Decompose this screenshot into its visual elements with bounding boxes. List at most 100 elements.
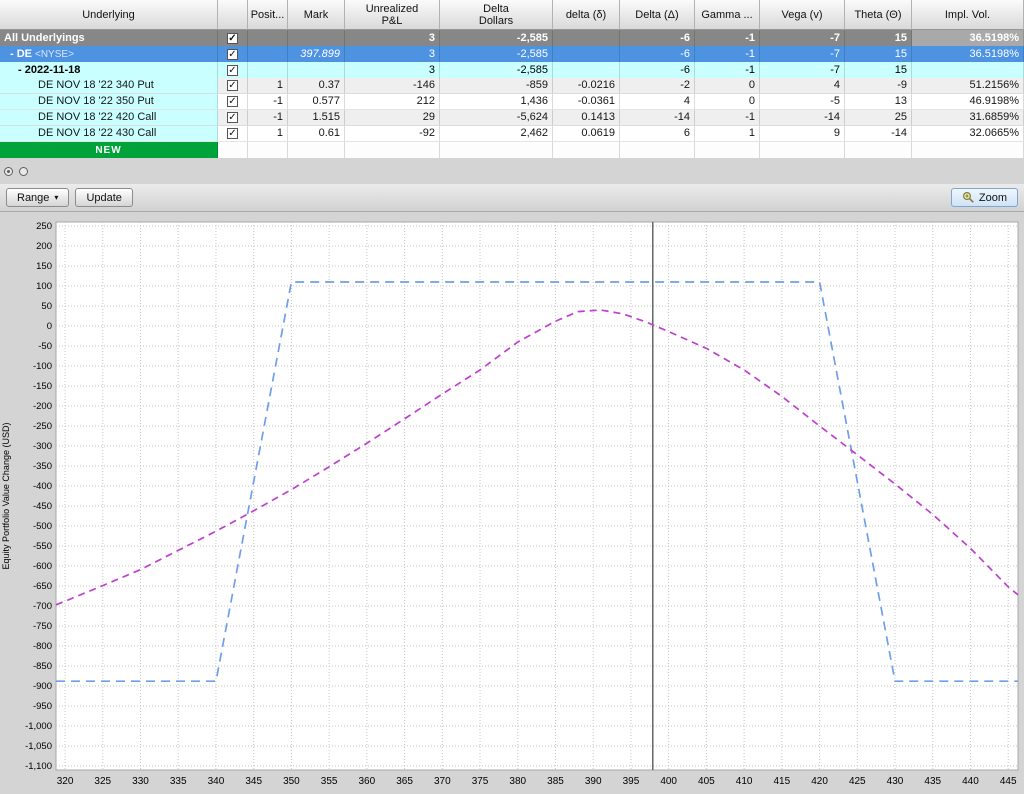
underlying-cell[interactable]: All Underlyings — [0, 30, 218, 46]
y-tick-label: -500 — [33, 521, 52, 532]
row-checkbox[interactable]: ✓ — [227, 96, 238, 107]
underlying-cell[interactable]: DE NOV 18 '22 350 Put — [0, 94, 218, 109]
table-row[interactable]: All Underlyings ✓ 3 -2,585 -6 -1 -7 15 36.5198% — [0, 30, 1024, 46]
y-tick-label: -800 — [33, 641, 52, 652]
column-header-vega[interactable]: Vega (v) — [760, 0, 845, 30]
column-header-delta-upper[interactable]: Delta (Δ) — [620, 0, 695, 30]
cell-delta-dollars: 2,462 — [440, 126, 553, 141]
cell-vega — [760, 142, 845, 158]
cell-theta: 15 — [845, 30, 912, 46]
cell-gamma — [695, 142, 760, 158]
x-tick-label: 365 — [396, 776, 413, 787]
range-button[interactable]: Range ▾ — [6, 188, 70, 207]
cell-vega: 4 — [760, 78, 845, 93]
x-axis-labels: 320 325 330 335 340 345 350 355 360 365 370 375 380 3… — [57, 776, 1017, 787]
table-row[interactable]: DE NOV 18 '22 420 Call ✓ -1 1.515 29 -5,624 0.… — [0, 110, 1024, 126]
y-tick-label: -750 — [33, 621, 52, 632]
row-checkbox[interactable]: ✓ — [227, 112, 238, 123]
cell-position: -1 — [248, 110, 288, 125]
cell-vega: 9 — [760, 126, 845, 141]
panel-link-icon-1[interactable] — [3, 166, 14, 177]
y-tick-label: -250 — [33, 421, 52, 432]
underlying-cell[interactable]: NEW — [0, 142, 218, 158]
cell-delta-lower: 0.0619 — [553, 126, 620, 141]
row-checkbox[interactable]: ✓ — [227, 128, 238, 139]
underlying-cell[interactable]: - 2022-11-18 — [0, 62, 218, 78]
column-header-unrealized-pnl[interactable]: Unrealized P&L — [345, 0, 440, 30]
cell-position — [248, 30, 288, 46]
column-header-check[interactable] — [218, 0, 248, 30]
column-header-delta-dollars[interactable]: Delta Dollars — [440, 0, 553, 30]
cell-mark: 1.515 — [288, 110, 345, 125]
update-button[interactable]: Update — [75, 188, 133, 207]
cell-vega: -5 — [760, 94, 845, 109]
x-tick-label: 360 — [359, 776, 376, 787]
table-row[interactable]: DE NOV 18 '22 340 Put ✓ 1 0.37 -146 -859 -0.02… — [0, 78, 1024, 94]
cell-delta-dollars: -2,585 — [440, 30, 553, 46]
underlying-cell[interactable]: DE NOV 18 '22 340 Put — [0, 78, 218, 93]
row-checkbox[interactable]: ✓ — [227, 32, 238, 44]
table-row[interactable]: - DE <NYSE> ✓ 397.899 3 -2,585 -6 -1 -7 15 36.5198… — [0, 46, 1024, 62]
x-tick-label: 420 — [811, 776, 828, 787]
column-header-position[interactable]: Posit... — [248, 0, 288, 30]
cell-vega: -7 — [760, 30, 845, 46]
x-tick-label: 345 — [245, 776, 262, 787]
cell-delta-lower — [553, 142, 620, 158]
x-tick-label: 405 — [698, 776, 715, 787]
cell-delta-dollars: -859 — [440, 78, 553, 93]
cell-impl-vol: 36.5198% — [912, 46, 1024, 62]
cell-delta-lower: -0.0216 — [553, 78, 620, 93]
y-tick-label: -1,050 — [25, 741, 52, 752]
underlying-label: DE NOV 18 '22 430 Call — [38, 127, 157, 139]
zoom-button[interactable]: Zoom — [950, 188, 1018, 207]
table-row[interactable]: NEW — [0, 142, 1024, 158]
y-tick-label: -50 — [38, 341, 52, 352]
underlying-cell[interactable]: - DE <NYSE> — [0, 46, 218, 62]
positions-panel: Underlying Posit... Mark Unrealized P&L Delt… — [0, 0, 1024, 158]
panel-icon-strip — [0, 158, 1024, 184]
x-tick-label: 390 — [585, 776, 602, 787]
positions-table-header: Underlying Posit... Mark Unrealized P&L Delt… — [0, 0, 1024, 30]
underlying-cell[interactable]: DE NOV 18 '22 420 Call — [0, 110, 218, 125]
column-header-gamma[interactable]: Gamma ... — [695, 0, 760, 30]
cell-delta-dollars: 1,436 — [440, 94, 553, 109]
cell-theta: -9 — [845, 78, 912, 93]
y-tick-label: -100 — [33, 361, 52, 372]
cell-theta: 15 — [845, 46, 912, 62]
y-tick-label: 150 — [36, 261, 52, 272]
cell-gamma: -1 — [695, 30, 760, 46]
cell-theta: -14 — [845, 126, 912, 141]
x-tick-label: 410 — [736, 776, 753, 787]
table-row[interactable]: DE NOV 18 '22 430 Call ✓ 1 0.61 -92 2,462 0.06… — [0, 126, 1024, 142]
underlying-cell[interactable]: DE NOV 18 '22 430 Call — [0, 126, 218, 141]
cell-theta: 25 — [845, 110, 912, 125]
column-header-delta-lower[interactable]: delta (δ) — [553, 0, 620, 30]
x-tick-label: 325 — [94, 776, 111, 787]
cell-position — [248, 46, 288, 62]
column-header-underlying[interactable]: Underlying — [0, 0, 218, 30]
y-tick-label: -150 — [33, 381, 52, 392]
row-checkbox[interactable]: ✓ — [227, 64, 238, 76]
y-tick-label: -450 — [33, 501, 52, 512]
column-header-impl-vol[interactable]: Impl. Vol. — [912, 0, 1024, 30]
row-checkbox[interactable]: ✓ — [227, 48, 238, 60]
cell-impl-vol: 36.5198% — [912, 30, 1024, 46]
panel-link-icon-2[interactable] — [18, 166, 29, 177]
cell-unrealized-pnl: -92 — [345, 126, 440, 141]
table-row[interactable]: - 2022-11-18 ✓ 3 -2,585 -6 -1 -7 15 — [0, 62, 1024, 78]
cell-position — [248, 62, 288, 78]
cell-mark — [288, 142, 345, 158]
row-checkbox[interactable]: ✓ — [227, 80, 238, 91]
underlying-label: NEW — [95, 144, 122, 156]
chart-svg[interactable]: 320 325 330 335 340 345 350 355 360 365 370 375 380 3… — [0, 212, 1024, 794]
y-tick-label: -650 — [33, 581, 52, 592]
plot-background — [55, 221, 1019, 771]
checkbox-cell — [218, 142, 248, 158]
y-tick-label: 0 — [47, 321, 52, 332]
cell-theta: 15 — [845, 62, 912, 78]
table-row[interactable]: DE NOV 18 '22 350 Put ✓ -1 0.577 212 1,436 -0.… — [0, 94, 1024, 110]
cell-unrealized-pnl: 29 — [345, 110, 440, 125]
column-header-mark[interactable]: Mark — [288, 0, 345, 30]
cell-delta-dollars — [440, 142, 553, 158]
column-header-theta[interactable]: Theta (Θ) — [845, 0, 912, 30]
